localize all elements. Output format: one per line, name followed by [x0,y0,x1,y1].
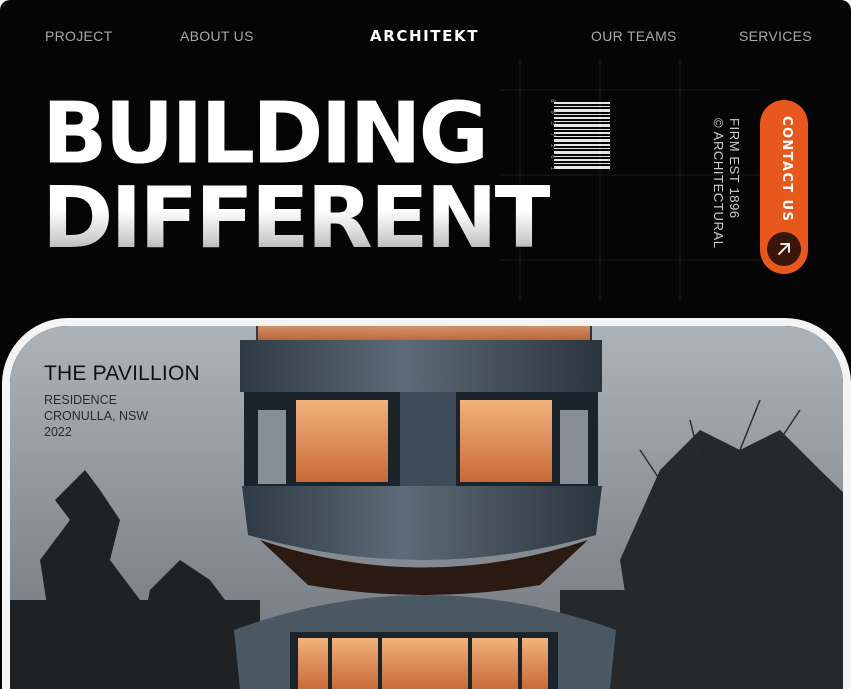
contact-us-button[interactable]: CONTACT US [760,100,808,274]
top-navigation: PROJECT ABOUT US ARCHITEKT OUR TEAMS SER… [0,27,851,48]
brand-logo[interactable]: ARCHITEKT [370,27,479,45]
nav-about-us[interactable]: ABOUT US [180,28,254,44]
hero-headline-line1: BUILDING [42,85,489,184]
hero-headline: BUILDING DIFFERENT [42,85,553,268]
barcode-graphic: 8 9 3 7 2 6 1 [542,99,610,172]
project-info: THE PAVILLION RESIDENCE CRONULLA, NSW 20… [44,362,200,440]
firm-caption-line1: © ARCHITECTURAL [711,118,726,249]
hero-headline-line2: DIFFERENT [42,169,553,268]
project-title[interactable]: THE PAVILLION [44,362,200,386]
nav-project[interactable]: PROJECT [45,28,112,44]
project-year: 2022 [44,425,72,439]
page-frame: PROJECT ABOUT US ARCHITEKT OUR TEAMS SER… [0,0,851,689]
barcode-digits: 8 9 3 7 2 6 1 [548,99,556,172]
firm-caption: © ARCHITECTURAL FIRM EST 1896 [706,118,754,258]
project-location: CRONULLA, NSW [44,409,149,423]
project-type: RESIDENCE [44,393,117,407]
firm-caption-line2: FIRM EST 1896 [727,118,742,219]
contact-us-label: CONTACT US [779,116,794,223]
project-details: RESIDENCE CRONULLA, NSW 2022 [44,392,200,440]
nav-our-teams[interactable]: OUR TEAMS [591,28,677,44]
arrow-up-right-icon [767,232,801,266]
nav-services[interactable]: SERVICES [739,28,812,44]
